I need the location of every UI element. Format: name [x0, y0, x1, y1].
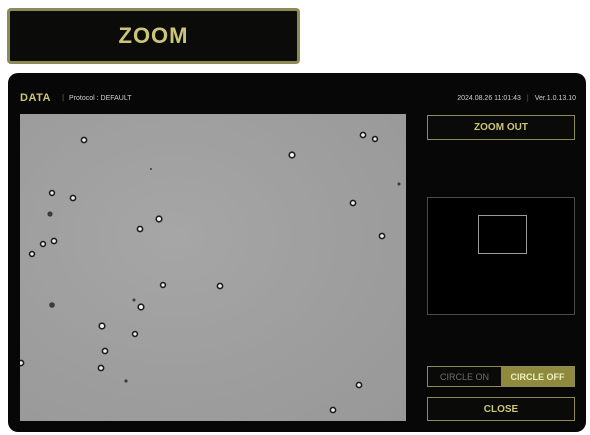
header-separator: | [62, 93, 65, 102]
cell [20, 359, 25, 367]
cell [50, 237, 58, 245]
circle-off-button[interactable]: CIRCLE OFF [501, 367, 574, 386]
cell [28, 250, 36, 258]
cell-image [20, 131, 401, 414]
zoom-title: ZOOM [118, 23, 189, 48]
cell [349, 199, 357, 207]
protocol-label: Protocol : DEFAULT [69, 95, 132, 102]
cell [159, 281, 167, 289]
cell [80, 136, 88, 144]
cell [98, 322, 106, 330]
cell [101, 347, 109, 355]
circle-on-button[interactable]: CIRCLE ON [428, 367, 501, 386]
zoom-region-indicator[interactable] [478, 215, 527, 254]
panel-title: DATA [20, 92, 51, 104]
cell [97, 364, 105, 372]
close-button[interactable]: CLOSE [427, 397, 575, 421]
circle-toggle: CIRCLE ON CIRCLE OFF [427, 366, 575, 387]
cell [48, 189, 56, 197]
header-info: 2024.08.26 11:01:43 | Ver.1.0.13.10 [457, 95, 576, 102]
cell [155, 215, 163, 223]
data-panel: DATA | Protocol : DEFAULT 2024.08.26 11:… [8, 73, 586, 432]
header-separator-right: | [526, 95, 529, 102]
dark-cell [49, 302, 55, 308]
dark-cell [124, 379, 128, 383]
zoom-title-banner: ZOOM [7, 8, 300, 64]
dark-cell [132, 298, 136, 302]
datetime: 2024.08.26 11:01:43 [457, 95, 521, 102]
zoom-out-button[interactable]: ZOOM OUT [427, 115, 575, 140]
cell [131, 330, 139, 338]
dark-cell [397, 182, 401, 186]
cell [137, 303, 145, 311]
zoom-minimap[interactable] [427, 197, 575, 315]
cell [355, 381, 363, 389]
dark-cell [150, 168, 152, 170]
cell [329, 406, 337, 414]
dark-cell [47, 211, 53, 217]
microscope-image-view[interactable] [20, 114, 406, 421]
cell [69, 194, 77, 202]
cell [378, 232, 386, 240]
cell [216, 282, 224, 290]
cell [136, 225, 144, 233]
cell [359, 131, 367, 139]
cell [39, 240, 47, 248]
cell [371, 135, 379, 143]
cell [288, 151, 296, 159]
version-label: Ver.1.0.13.10 [534, 95, 576, 102]
